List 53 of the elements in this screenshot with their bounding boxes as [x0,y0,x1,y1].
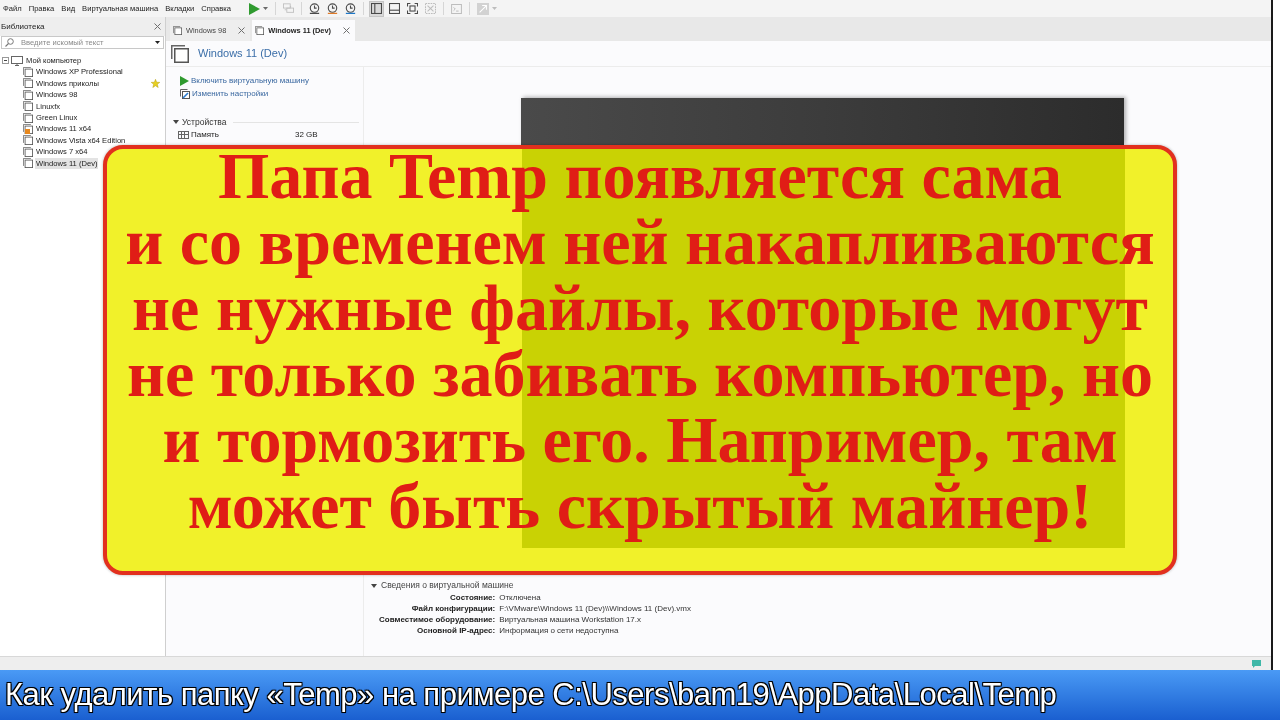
toolbar-button[interactable] [387,0,403,17]
close-icon[interactable] [343,27,351,34]
play-icon [180,75,189,86]
memory-icon [178,131,189,139]
detail-value: Отключена [499,592,542,603]
collapse-triangle-icon[interactable] [173,119,179,125]
play-icon [249,2,261,15]
vm-icon [255,26,265,35]
caret-icon [155,41,160,44]
monitor-icon [11,55,23,66]
vm-icon [23,112,33,123]
detail-label: Основной IP-адрес: [415,625,496,636]
collapse-icon[interactable] [2,57,9,65]
toolbar-button[interactable] [369,0,385,17]
collapse-triangle-icon[interactable] [371,582,377,589]
pencil-window-icon [180,88,190,99]
section-title[interactable]: Сведения о виртуальной машине [381,579,514,592]
close-icon[interactable] [238,27,246,34]
panel-title: Библиотека [1,20,45,33]
bottom-panel-icon [389,3,401,14]
action-link[interactable]: Включить виртуальную машину [180,74,359,87]
detail-label: Совместимое оборудование: [379,614,496,625]
section-title[interactable]: Устройства [182,115,227,129]
action-link[interactable]: Изменить настройки [180,87,359,100]
search-icon [5,38,14,47]
vm-icon [171,44,189,63]
terminal-icon [451,3,463,14]
toolbar-button[interactable] [405,0,421,17]
sidebar-layout-icon [371,3,383,14]
detail-value: F:\VMware\Windows 11 (Dev)\\Windows 11 (Dev).vmx [499,603,692,614]
vm-icon [23,101,33,112]
detail-value: Информация о сети недоступна [499,625,620,636]
monitor-stack-icon [283,3,295,14]
close-icon[interactable] [154,23,161,30]
banner-text: Как удалить папку «Temp» на примере C:\Users\bam19\AppData\Local\Temp [5,675,1057,714]
vm-icon [23,89,33,100]
clock-icon [345,3,357,14]
detail-label: Состояние: [449,592,496,603]
detail-value: Виртуальная машина Workstation 17.x [499,614,643,625]
clock-icon [309,3,321,14]
vm-title: Windows 11 (Dev) [198,46,288,62]
crossed-frame-icon [425,3,437,14]
corner-brackets-icon [407,3,419,14]
vm-icon [23,146,33,157]
vm-icon [23,135,33,146]
vm-icon [173,26,182,35]
vm-icon [23,67,33,78]
vm-icon [23,158,33,169]
device-value: 32 GB [295,129,318,141]
clock-icon [327,3,339,14]
vm-icon [23,78,33,89]
device-name[interactable]: Память [191,129,295,141]
detail-label: Файл конфигурации: [410,603,496,614]
